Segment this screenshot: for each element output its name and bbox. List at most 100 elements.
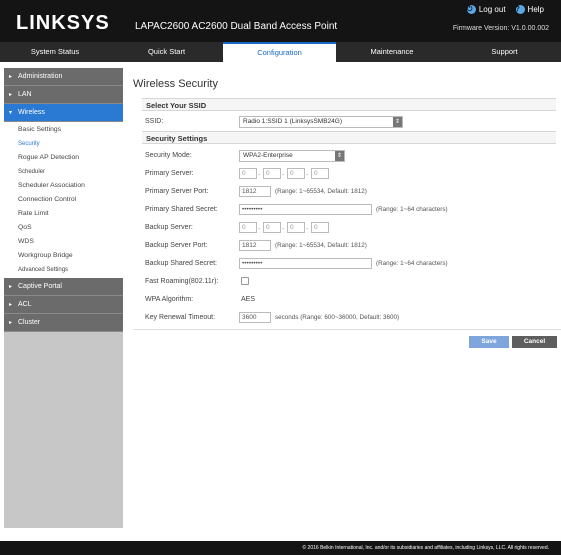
sidebar-item-lan[interactable]: ▸ LAN: [4, 86, 123, 104]
ssid-value: Radio 1:SSID 1 (LinksysSMB24G): [243, 118, 342, 125]
backup-server-octet-4[interactable]: 0: [311, 222, 329, 233]
security-settings-heading: Security Settings: [142, 131, 556, 144]
key-renewal-input[interactable]: 3600: [239, 312, 271, 323]
backup-secret-label: Backup Shared Secret:: [145, 260, 217, 267]
backup-secret-hint: (Range: 1~64 characters): [376, 260, 448, 267]
wpa-algorithm-label: WPA Algorithm:: [145, 296, 194, 303]
backup-port-label: Backup Server Port:: [145, 242, 208, 249]
primary-port-hint: (Range: 1~65534, Default: 1812): [275, 188, 367, 195]
tab-configuration[interactable]: Configuration: [223, 42, 336, 62]
main-nav: System Status Quick Start Configuration …: [0, 42, 561, 62]
sidebar-item-wireless[interactable]: ▾ Wireless: [4, 104, 123, 122]
sidebar-item-label: ACL: [18, 301, 32, 308]
primary-server-octet-3[interactable]: 0: [287, 168, 305, 179]
ip-separator: .: [258, 222, 261, 231]
sidebar-item-administration[interactable]: ▸ Administration: [4, 68, 123, 86]
ssid-label: SSID:: [145, 118, 164, 125]
ip-separator: .: [282, 168, 285, 177]
primary-port-input[interactable]: 1812: [239, 186, 271, 197]
backup-server-octet-3[interactable]: 0: [287, 222, 305, 233]
primary-secret-hint: (Range: 1~64 characters): [376, 206, 448, 213]
fast-roaming-checkbox[interactable]: [241, 277, 249, 285]
primary-server-octet-1[interactable]: 0: [239, 168, 257, 179]
firmware-version: Firmware Version: V1.0.00.002: [452, 25, 549, 32]
sidebar-item-advanced-settings[interactable]: Advanced Settings: [4, 263, 123, 277]
caret-right-icon: ▸: [9, 302, 13, 308]
sidebar-item-rogue-ap-detection[interactable]: Rogue AP Detection: [4, 151, 123, 165]
ip-separator: .: [282, 222, 285, 231]
sidebar-item-scheduler[interactable]: Scheduler: [4, 165, 123, 179]
primary-server-label: Primary Server:: [145, 170, 194, 177]
caret-right-icon: ▸: [9, 320, 13, 326]
primary-secret-input[interactable]: •••••••••: [239, 204, 372, 215]
fast-roaming-label: Fast Roaming(802.11r):: [145, 278, 219, 285]
logout-label: Log out: [478, 5, 506, 14]
backup-port-hint: (Range: 1~65534, Default: 1812): [275, 242, 367, 249]
security-mode-label: Security Mode:: [145, 152, 192, 159]
caret-right-icon: ▸: [9, 92, 13, 98]
ssid-select[interactable]: Radio 1:SSID 1 (LinksysSMB24G) ⇕: [239, 116, 403, 128]
primary-port-label: Primary Server Port:: [145, 188, 209, 195]
sidebar-item-captive-portal[interactable]: ▸ Captive Portal: [4, 278, 123, 296]
tab-quick-start[interactable]: Quick Start: [110, 42, 223, 62]
sidebar-item-acl[interactable]: ▸ ACL: [4, 296, 123, 314]
backup-server-octet-1[interactable]: 0: [239, 222, 257, 233]
page-title: Wireless Security: [133, 78, 218, 90]
sidebar-item-cluster[interactable]: ▸ Cluster: [4, 314, 123, 332]
ip-separator: .: [258, 168, 261, 177]
sidebar-item-label: Administration: [18, 73, 63, 80]
tab-maintenance[interactable]: Maintenance: [336, 42, 448, 62]
cancel-button[interactable]: Cancel: [512, 336, 557, 348]
sidebar-item-scheduler-association[interactable]: Scheduler Association: [4, 179, 123, 193]
sidebar-item-security[interactable]: Security: [4, 137, 123, 151]
backup-port-input[interactable]: 1812: [239, 240, 271, 251]
sidebar-item-basic-settings[interactable]: Basic Settings: [4, 123, 123, 137]
security-mode-value: WPA2-Enterprise: [243, 152, 293, 159]
sidebar: ▸ Administration ▸ LAN ▾ Wireless Basic …: [4, 68, 123, 528]
top-links: ⏻ Log out ? Help: [466, 5, 544, 14]
wpa-algorithm-value: AES: [241, 296, 256, 303]
linksys-logo: LINKSYS: [16, 12, 110, 34]
key-renewal-label: Key Renewal Timeout:: [145, 314, 216, 321]
primary-server-octet-2[interactable]: 0: [263, 168, 281, 179]
wireless-submenu: Basic Settings Security Rogue AP Detecti…: [4, 122, 123, 278]
primary-secret-label: Primary Shared Secret:: [145, 206, 218, 213]
tab-system-status[interactable]: System Status: [0, 42, 110, 62]
select-ssid-heading: Select Your SSID: [142, 98, 556, 111]
sidebar-item-wds[interactable]: WDS: [4, 235, 123, 249]
sidebar-item-label: Cluster: [18, 319, 41, 326]
logout-icon: ⏻: [466, 5, 476, 14]
ip-separator: .: [306, 222, 309, 231]
sidebar-item-rate-limit[interactable]: Rate Limit: [4, 207, 123, 221]
copyright-text: © 2016 Belkin International, Inc. and/or…: [302, 545, 549, 551]
main-content: Wireless Security: [133, 78, 561, 90]
caret-right-icon: ▸: [9, 74, 13, 80]
footer: © 2016 Belkin International, Inc. and/or…: [0, 541, 561, 555]
key-renewal-hint: seconds (Range: 600~36000, Default: 3600…: [275, 314, 400, 321]
sidebar-item-qos[interactable]: QoS: [4, 221, 123, 235]
caret-right-icon: ▸: [9, 284, 13, 290]
help-icon: ?: [515, 5, 525, 14]
top-bar: LINKSYS LAPAC2600 AC2600 Dual Band Acces…: [0, 0, 561, 42]
tab-support[interactable]: Support: [448, 42, 561, 62]
sidebar-item-connection-control[interactable]: Connection Control: [4, 193, 123, 207]
updown-icon: ⇕: [335, 151, 344, 161]
save-button[interactable]: Save: [469, 336, 509, 348]
ip-separator: .: [306, 168, 309, 177]
help-label: Help: [527, 5, 544, 14]
security-mode-select[interactable]: WPA2-Enterprise ⇕: [239, 150, 345, 162]
backup-server-octet-2[interactable]: 0: [263, 222, 281, 233]
sidebar-item-label: LAN: [18, 91, 32, 98]
primary-server-octet-4[interactable]: 0: [311, 168, 329, 179]
caret-down-icon: ▾: [9, 110, 13, 116]
content-divider: [133, 329, 561, 330]
sidebar-item-workgroup-bridge[interactable]: Workgroup Bridge: [4, 249, 123, 263]
updown-icon: ⇕: [393, 117, 402, 127]
sidebar-item-label: Wireless: [18, 109, 45, 116]
backup-server-label: Backup Server:: [145, 224, 193, 231]
product-title: LAPAC2600 AC2600 Dual Band Access Point: [135, 21, 338, 32]
help-link[interactable]: ? Help: [515, 5, 544, 14]
backup-secret-input[interactable]: •••••••••: [239, 258, 372, 269]
sidebar-item-label: Captive Portal: [18, 283, 62, 290]
logout-link[interactable]: ⏻ Log out: [466, 5, 506, 14]
